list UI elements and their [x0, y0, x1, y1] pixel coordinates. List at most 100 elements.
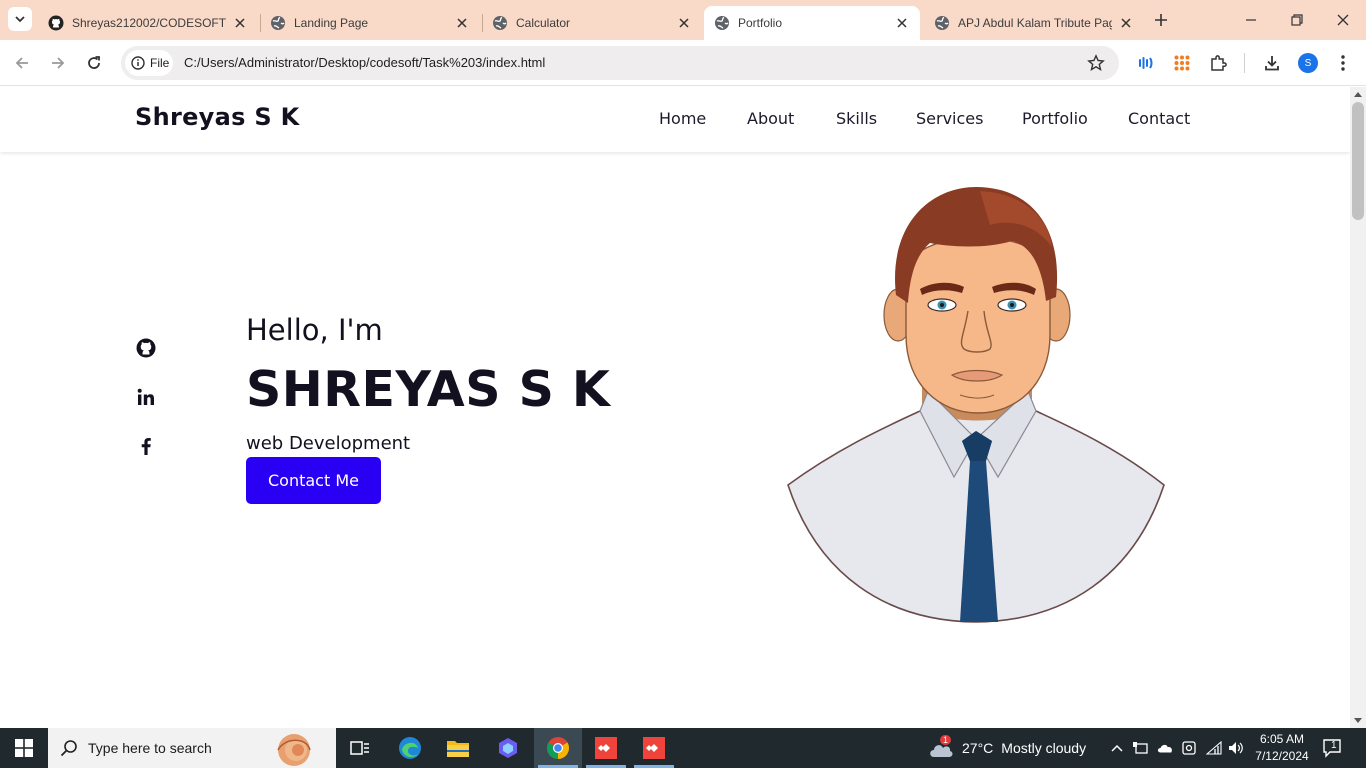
- anydesk-app-1[interactable]: [582, 728, 630, 768]
- github-link[interactable]: [136, 338, 156, 358]
- nav-skills[interactable]: Skills: [836, 109, 877, 128]
- tab-github[interactable]: Shreyas212002/CODESOFT_: [38, 6, 258, 40]
- facebook-link[interactable]: [136, 436, 156, 456]
- restore-icon: [1291, 14, 1303, 26]
- taskbar: Type here to search 1 27°C Mostly cloudy: [0, 728, 1366, 768]
- tab-title: APJ Abdul Kalam Tribute Pag: [958, 16, 1112, 30]
- chrome-app[interactable]: [534, 728, 582, 768]
- anydesk-app-2[interactable]: [630, 728, 678, 768]
- site-header: Shreyas S K Home About Skills Services P…: [0, 87, 1350, 152]
- onedrive-icon: [1157, 744, 1172, 753]
- minimize-icon: [1246, 19, 1256, 21]
- tab-title: Shreyas212002/CODESOFT_: [72, 16, 226, 30]
- back-button[interactable]: [10, 51, 34, 75]
- copilot-icon: [499, 738, 517, 758]
- restore-button[interactable]: [1274, 0, 1320, 40]
- extensions-button[interactable]: [1206, 51, 1230, 75]
- start-button[interactable]: [0, 728, 48, 768]
- arrow-right-icon: [52, 57, 65, 69]
- plus-icon: [1155, 14, 1167, 26]
- device-icon: [1133, 742, 1148, 754]
- close-icon[interactable]: [454, 15, 470, 31]
- weather-widget[interactable]: 1 27°C Mostly cloudy: [928, 728, 1086, 768]
- anydesk-icon: [595, 737, 617, 759]
- github-icon: [136, 338, 156, 358]
- scroll-thumb[interactable]: [1352, 102, 1364, 220]
- scroll-down-icon[interactable]: [1354, 718, 1362, 724]
- chrome-icon: [547, 737, 569, 759]
- tab-title: Landing Page: [294, 16, 369, 30]
- tray-meet[interactable]: [1181, 740, 1197, 756]
- nav-home[interactable]: Home: [659, 109, 706, 128]
- menu-button[interactable]: [1331, 51, 1355, 75]
- tab-portfolio[interactable]: Portfolio: [704, 6, 920, 40]
- globe-icon: [935, 16, 949, 30]
- contact-me-button[interactable]: Contact Me: [246, 457, 381, 504]
- nautilus-shell-icon: [277, 734, 311, 766]
- tray-network[interactable]: [1206, 740, 1222, 756]
- task-view-icon: [350, 741, 369, 755]
- edge-app[interactable]: [386, 728, 434, 768]
- close-icon[interactable]: [1118, 15, 1134, 31]
- task-view-button[interactable]: [336, 728, 384, 768]
- copilot-app[interactable]: [484, 728, 532, 768]
- page-scrollbar[interactable]: [1350, 87, 1366, 728]
- globe-icon: [715, 16, 729, 30]
- show-hidden-icons-button[interactable]: [1109, 740, 1125, 756]
- bookmark-button[interactable]: [1087, 54, 1105, 76]
- nav-services[interactable]: Services: [916, 109, 983, 128]
- url-text[interactable]: C:/Users/Administrator/Desktop/codesoft/…: [184, 55, 545, 70]
- camera-icon: [1182, 741, 1196, 755]
- volume-icon: [1229, 742, 1243, 754]
- forward-button[interactable]: [46, 51, 70, 75]
- extension-wave-button[interactable]: [1134, 51, 1158, 75]
- hero-greeting: Hello, I'm: [246, 313, 383, 347]
- address-bar[interactable]: File C:/Users/Administrator/Desktop/code…: [121, 46, 1119, 80]
- site-logo[interactable]: Shreyas S K: [135, 103, 300, 131]
- file-explorer-app[interactable]: [434, 728, 482, 768]
- notification-center-button[interactable]: 1: [1322, 738, 1344, 762]
- globe-icon: [493, 16, 507, 30]
- apps-button[interactable]: [1170, 51, 1194, 75]
- tray-device[interactable]: [1132, 740, 1148, 756]
- nav-portfolio[interactable]: Portfolio: [1022, 109, 1088, 128]
- linkedin-link[interactable]: [136, 387, 156, 407]
- scroll-up-icon[interactable]: [1354, 91, 1362, 97]
- close-icon[interactable]: [894, 15, 910, 31]
- site-info-chip[interactable]: File: [125, 50, 173, 76]
- close-icon[interactable]: [232, 15, 248, 31]
- notification-count: 1: [1331, 740, 1337, 751]
- minimize-button[interactable]: [1228, 0, 1274, 40]
- nav-about[interactable]: About: [747, 109, 794, 128]
- windows-icon: [15, 739, 33, 757]
- download-icon: [1265, 56, 1279, 71]
- globe-icon: [271, 16, 285, 30]
- tab-calculator[interactable]: Calculator: [482, 6, 702, 40]
- tab-landing-page[interactable]: Landing Page: [260, 6, 480, 40]
- taskbar-search[interactable]: Type here to search: [48, 728, 336, 768]
- downloads-button[interactable]: [1260, 51, 1284, 75]
- facebook-icon: [141, 438, 151, 455]
- weather-temperature: 27°C: [962, 740, 994, 756]
- portrait-illustration: [787, 187, 1165, 623]
- tray-volume[interactable]: [1228, 740, 1244, 756]
- cloud-icon: 1: [928, 735, 954, 759]
- more-vertical-icon: [1341, 55, 1345, 71]
- clock-date: 7/12/2024: [1255, 749, 1309, 763]
- reload-button[interactable]: [82, 51, 106, 75]
- weather-condition: Mostly cloudy: [1001, 740, 1087, 756]
- github-icon: [48, 15, 64, 31]
- taskbar-clock[interactable]: 6:05 AM 7/12/2024: [1250, 731, 1314, 765]
- profile-avatar[interactable]: S: [1298, 53, 1318, 73]
- close-icon: [1337, 14, 1349, 26]
- tray-onedrive[interactable]: [1157, 740, 1173, 756]
- close-icon[interactable]: [676, 15, 692, 31]
- new-tab-button[interactable]: [1150, 9, 1172, 31]
- nav-contact[interactable]: Contact: [1128, 109, 1190, 128]
- tab-search-button[interactable]: [8, 7, 32, 31]
- tab-apj-tribute[interactable]: APJ Abdul Kalam Tribute Pag: [924, 6, 1144, 40]
- linkedin-icon: [137, 388, 154, 405]
- wifi-icon: [1206, 741, 1222, 755]
- search-icon: [60, 740, 77, 757]
- close-window-button[interactable]: [1320, 0, 1366, 40]
